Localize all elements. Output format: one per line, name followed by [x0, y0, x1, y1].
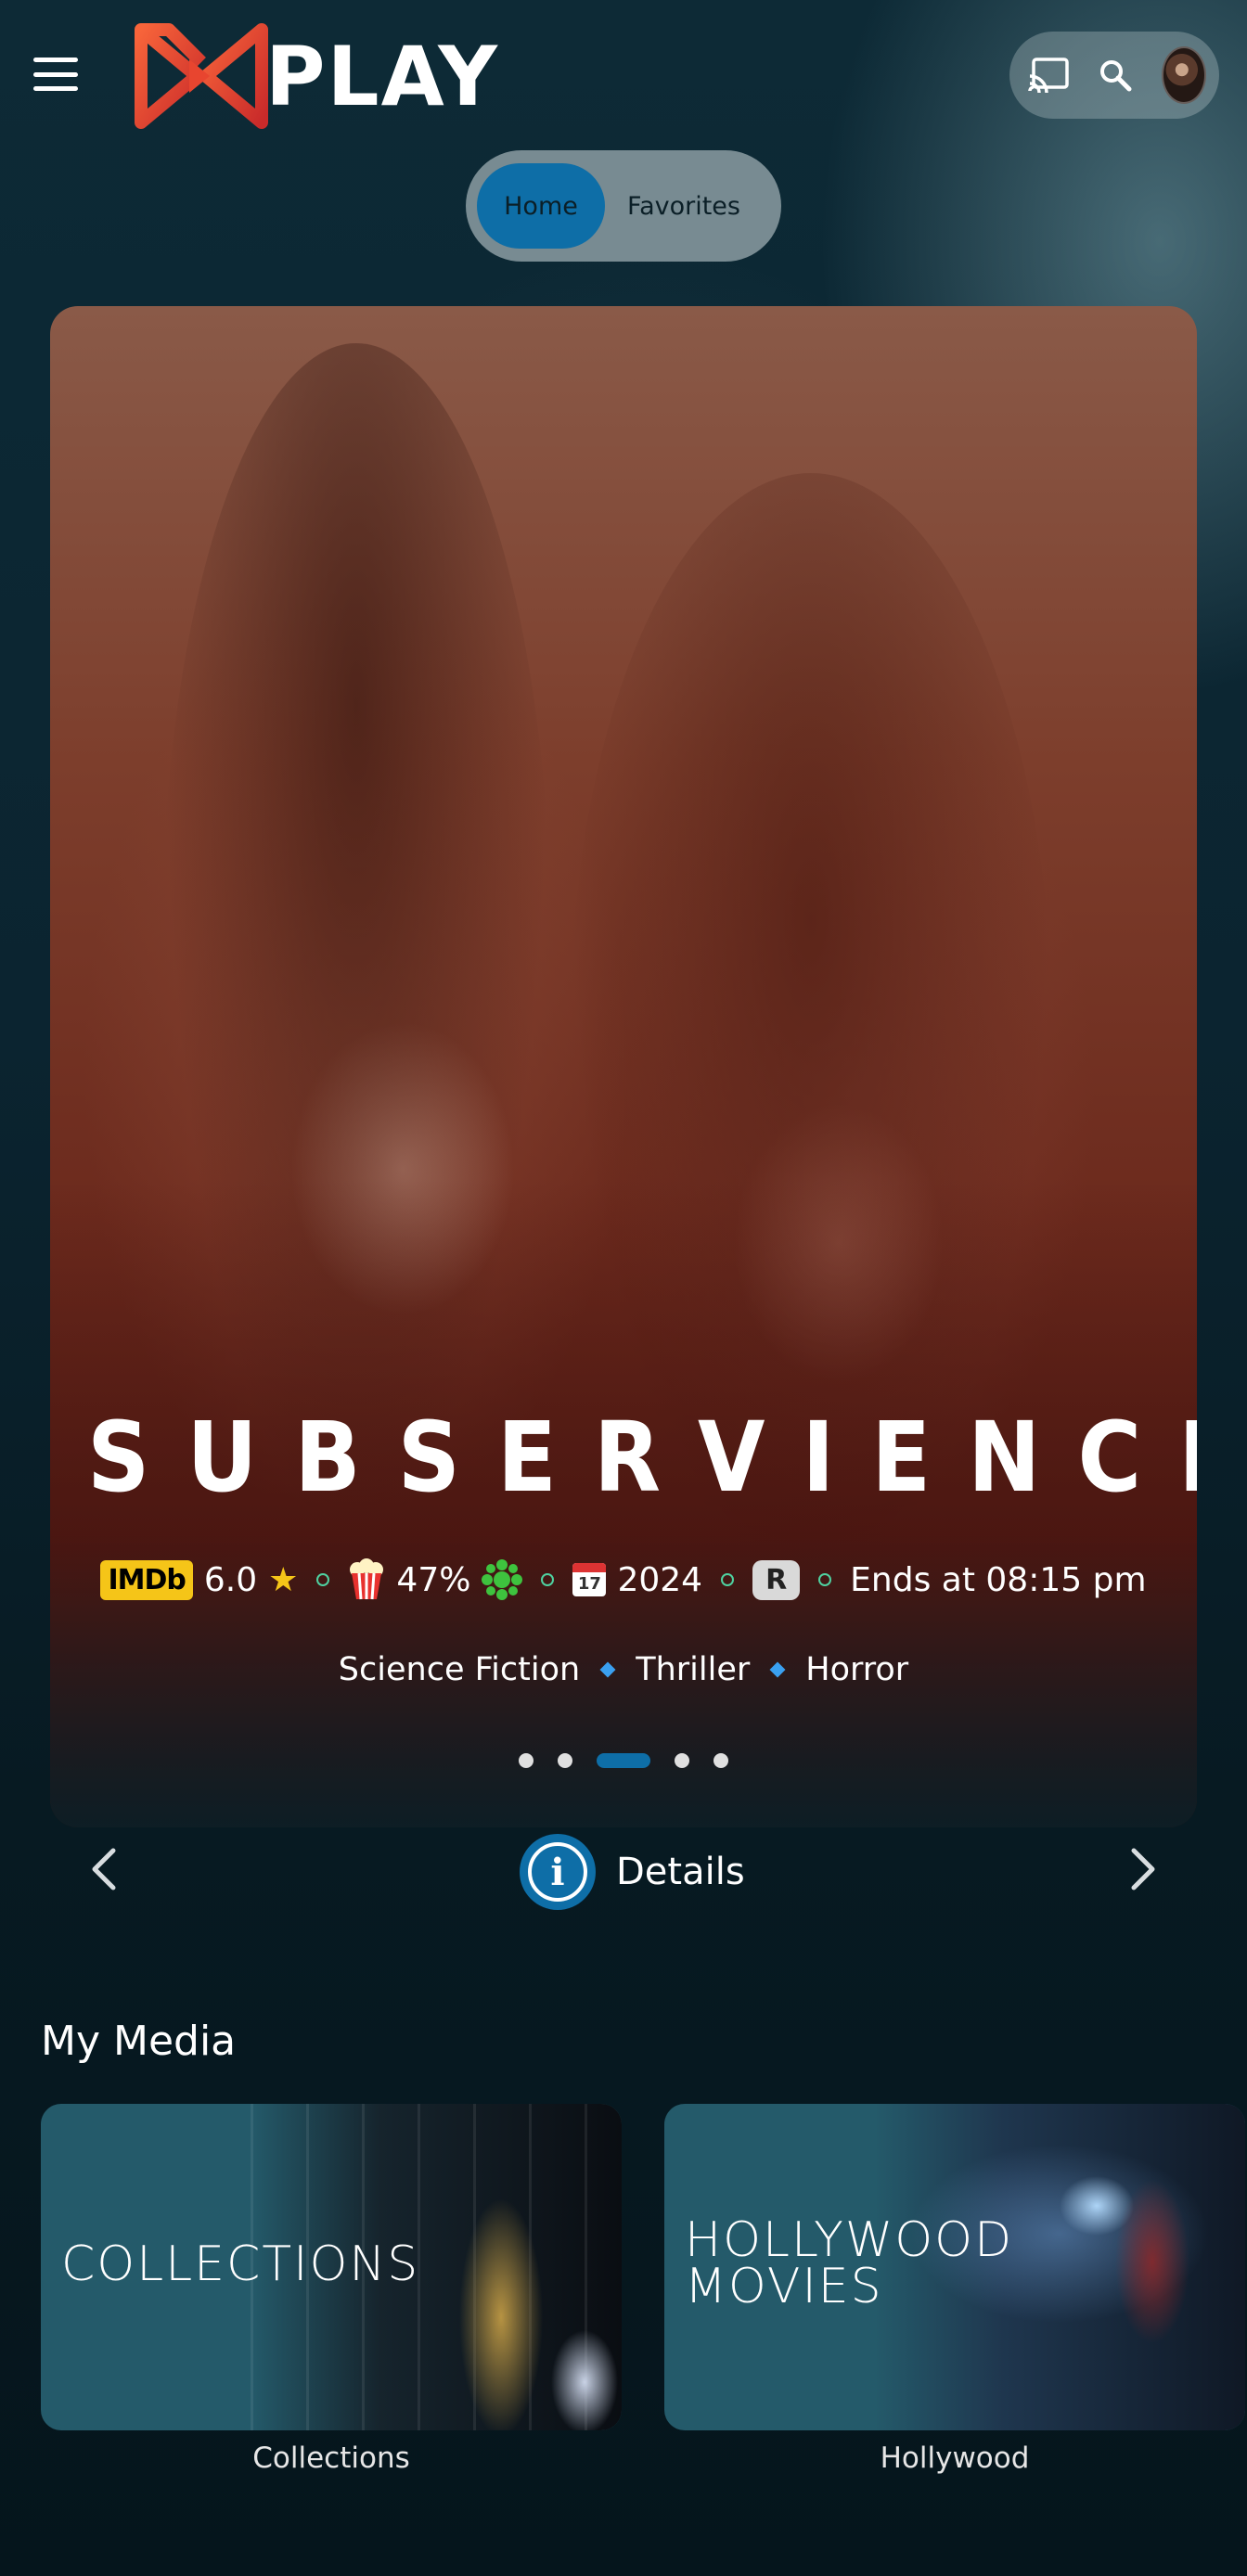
tab-favorites[interactable]: Favorites: [605, 163, 763, 249]
tab-home[interactable]: Home: [477, 163, 605, 249]
app-logo[interactable]: PLAY: [132, 20, 499, 132]
diamond-icon: [769, 1661, 786, 1678]
separator: [721, 1573, 735, 1586]
genre-label: Horror: [805, 1651, 909, 1688]
menu-bar: [33, 71, 78, 77]
separator: [818, 1573, 832, 1586]
card-label-line: HOLLYWOOD: [685, 2212, 1014, 2268]
genre-list: Science Fiction Thriller Horror: [50, 1651, 1197, 1688]
card-caption: Collections: [252, 2441, 410, 2475]
content-rating-badge: R: [752, 1559, 801, 1600]
menu-bar: [33, 58, 78, 62]
imdb-badge: IMDb: [100, 1559, 193, 1600]
carousel-dot-active[interactable]: [597, 1753, 650, 1768]
featured-hero[interactable]: SUBSERVIENCE IMDb 6.0 ★ 47% 2024 R Ends …: [50, 306, 1197, 1827]
carousel-dot[interactable]: [558, 1753, 572, 1768]
card-label: HOLLYWOOD MOVIES: [685, 2212, 1014, 2314]
menu-bar: [33, 86, 78, 91]
card-label-line: MOVIES: [685, 2259, 883, 2314]
card-label: COLLECTIONS: [61, 2236, 420, 2292]
separator: [541, 1573, 555, 1586]
ends-at: Ends at 08:15 pm: [850, 1560, 1147, 1599]
info-glyph: i: [528, 1842, 587, 1902]
cast-icon[interactable]: [1028, 51, 1069, 99]
release-year: 2024: [617, 1560, 703, 1599]
rt-score: 47%: [396, 1560, 471, 1599]
play-logo-icon: [135, 23, 268, 129]
carousel-indicator: [50, 1753, 1197, 1768]
menu-icon[interactable]: [33, 58, 78, 91]
info-icon: i: [520, 1834, 596, 1910]
splat-icon: [482, 1559, 523, 1600]
details-label: Details: [616, 1851, 745, 1893]
logo-text: PLAY: [265, 28, 499, 124]
search-icon[interactable]: [1097, 51, 1134, 99]
imdb-score: 6.0: [203, 1560, 258, 1599]
carousel-dot[interactable]: [675, 1753, 689, 1768]
tab-bar: Home Favorites: [466, 150, 781, 262]
diamond-icon: [599, 1661, 616, 1678]
media-card-hollywood[interactable]: HOLLYWOOD MOVIES: [664, 2104, 1245, 2430]
section-title: My Media: [41, 2018, 237, 2065]
carousel-dot[interactable]: [519, 1753, 534, 1768]
hero-meta: IMDb 6.0 ★ 47% 2024 R Ends at 08:15 pm: [50, 1558, 1197, 1601]
details-button[interactable]: i Details: [520, 1832, 745, 1912]
hero-title: SUBSERVIENCE: [87, 1401, 1197, 1514]
chevron-left-icon[interactable]: [78, 1841, 134, 1897]
calendar-icon: [572, 1563, 607, 1596]
chevron-right-icon[interactable]: [1113, 1841, 1169, 1897]
avatar[interactable]: [1161, 46, 1206, 104]
genre-label: Science Fiction: [338, 1651, 581, 1688]
carousel-dot[interactable]: [713, 1753, 728, 1768]
card-caption: Hollywood: [880, 2441, 1030, 2475]
toolbar: [1009, 32, 1219, 119]
popcorn-icon: [350, 1558, 384, 1600]
star-icon: ★: [268, 1560, 299, 1599]
genre-label: Thriller: [636, 1651, 751, 1688]
separator: [316, 1573, 330, 1586]
media-card-collections[interactable]: COLLECTIONS: [41, 2104, 622, 2430]
